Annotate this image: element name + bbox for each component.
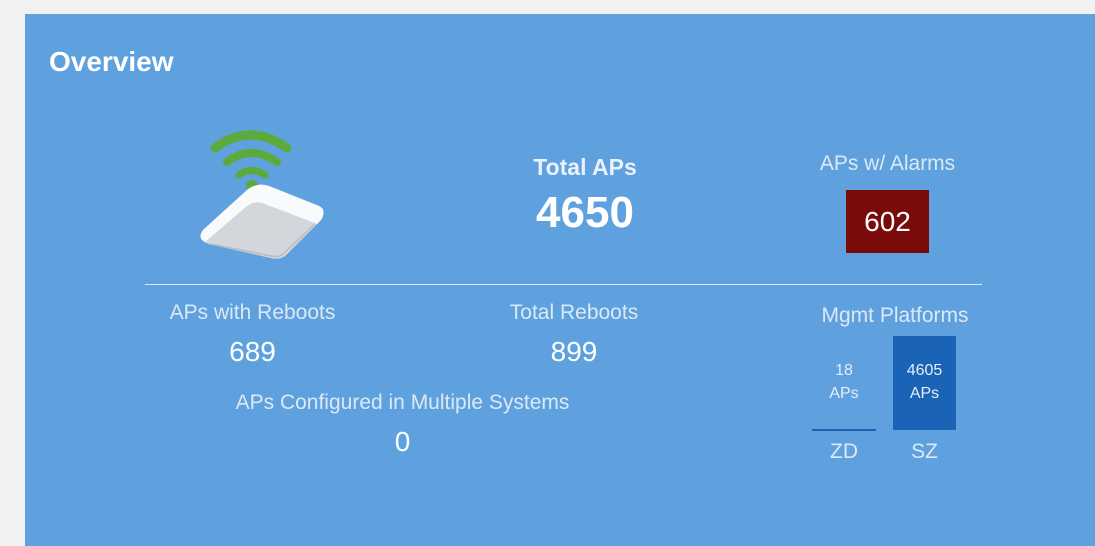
- total-reboots-value: 899: [550, 336, 598, 367]
- aps-with-reboots-value: 689: [229, 336, 276, 367]
- mgmt-zd-count-label: 18 APs: [812, 359, 876, 405]
- mgmt-sz-unit: APs: [909, 385, 940, 402]
- aps-with-reboots-label: APs with Reboots: [169, 301, 336, 324]
- mgmt-zd-unit: APs: [829, 385, 859, 402]
- mgmt-sz-count: 4605: [906, 362, 943, 379]
- mgmt-sz-count-label: 4605 APs: [893, 359, 956, 405]
- total-aps-value: 4650: [536, 188, 634, 237]
- multi-system-value: 0: [394, 426, 411, 457]
- panel-title: Overview: [49, 46, 174, 77]
- multi-system-label: APs Configured in Multiple Systems: [235, 391, 570, 414]
- mgmt-bar-zd[interactable]: [812, 429, 876, 431]
- mgmt-platforms-label: Mgmt Platforms: [821, 304, 969, 327]
- section-divider: [145, 284, 982, 285]
- total-aps-label: Total APs: [533, 154, 637, 180]
- mgmt-zd-count: 18: [835, 362, 853, 379]
- total-reboots-label: Total Reboots: [509, 301, 639, 324]
- aps-with-alarms-label: APs w/ Alarms: [819, 152, 956, 175]
- mgmt-sz-name: SZ: [911, 440, 938, 463]
- alarm-count: 602: [864, 205, 911, 237]
- aps-with-alarms-value[interactable]: 602: [846, 190, 929, 253]
- overview-panel: Overview Total APs 4650 APs w/ Alarms 60…: [25, 14, 1095, 546]
- wireless-access-point-icon: [200, 130, 324, 259]
- mgmt-zd-name: ZD: [830, 440, 858, 463]
